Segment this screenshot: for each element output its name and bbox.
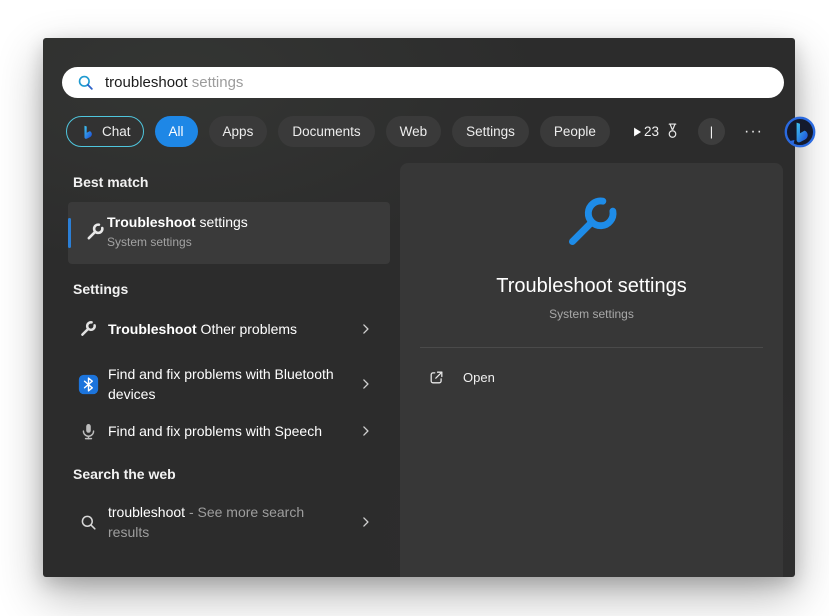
tab-settings-label: Settings <box>466 124 515 139</box>
tab-apps-label: Apps <box>223 124 254 139</box>
rewards-medal-icon <box>664 122 681 141</box>
section-heading-search-web: Search the web <box>73 466 176 482</box>
result-row-web-search[interactable]: troubleshoot - See more search results <box>68 490 390 554</box>
tab-all[interactable]: All <box>155 116 198 147</box>
windows-search-flyout: troubleshoot settings Chat <box>43 38 795 577</box>
open-external-icon <box>428 369 445 386</box>
preview-subtitle: System settings <box>400 307 783 321</box>
account-glyph: | <box>710 124 713 139</box>
result-text: Find and fix problems with Speech <box>108 423 322 439</box>
search-icon <box>76 73 95 92</box>
result-text: Other problems <box>197 321 297 337</box>
best-match-subtitle: System settings <box>107 234 248 251</box>
more-options-button[interactable]: ··· <box>742 123 765 141</box>
bing-logo-icon <box>79 124 95 140</box>
tab-settings[interactable]: Settings <box>452 116 529 147</box>
tab-web[interactable]: Web <box>386 116 442 147</box>
play-right-icon <box>630 125 644 139</box>
search-input[interactable]: troubleshoot settings <box>62 67 784 98</box>
wrench-icon <box>84 221 106 243</box>
result-row-troubleshoot-other-problems[interactable]: Troubleshoot Other problems <box>68 309 390 349</box>
bluetooth-icon <box>77 374 99 395</box>
tab-apps[interactable]: Apps <box>209 116 268 147</box>
result-text: troubleshoot <box>108 504 185 520</box>
result-text: Find and fix problems with Bluetooth dev… <box>108 366 334 402</box>
chevron-right-icon <box>359 516 372 529</box>
section-heading-best-match: Best match <box>73 174 148 190</box>
chevron-right-icon <box>359 425 372 438</box>
best-match-title-bold: Troubleshoot <box>107 214 196 230</box>
search-suggestion-text: settings <box>188 74 244 91</box>
preview-panel: Troubleshoot settings System settings Op… <box>400 163 783 577</box>
best-match-title-rest: settings <box>196 214 248 230</box>
account-button[interactable]: | <box>698 118 725 145</box>
bing-chat-button[interactable] <box>782 114 818 150</box>
tab-all-label: All <box>169 124 184 139</box>
wrench-icon <box>77 319 99 339</box>
search-query-text: troubleshoot <box>105 74 188 91</box>
page-background: troubleshoot settings Chat <box>0 0 829 616</box>
result-row-speech-problems[interactable]: Find and fix problems with Speech <box>68 412 390 450</box>
scroll-tabs-button[interactable] <box>630 118 644 146</box>
selection-accent <box>68 218 71 248</box>
section-heading-settings: Settings <box>73 281 128 297</box>
divider <box>420 347 763 348</box>
more-options-glyph: ··· <box>744 123 763 140</box>
tab-chat[interactable]: Chat <box>66 116 144 147</box>
tab-documents-label: Documents <box>292 124 360 139</box>
toolbar-right-group: 23 | ··· <box>644 114 818 150</box>
search-icon <box>77 513 99 532</box>
chevron-right-icon <box>359 323 372 336</box>
tab-people-label: People <box>554 124 596 139</box>
rewards-button[interactable]: 23 <box>644 122 681 141</box>
tab-chat-label: Chat <box>102 124 131 139</box>
open-action-label: Open <box>463 370 495 385</box>
rewards-count: 23 <box>644 124 659 139</box>
microphone-icon <box>77 422 99 441</box>
open-action[interactable]: Open <box>420 361 503 393</box>
filter-toolbar: Chat All Apps Documents Web Settings Peo… <box>66 115 781 148</box>
result-text-bold: Troubleshoot <box>108 321 197 337</box>
wrench-icon <box>558 190 624 256</box>
chevron-right-icon <box>359 378 372 391</box>
tab-documents[interactable]: Documents <box>278 116 374 147</box>
bing-logo-icon <box>782 114 818 150</box>
result-row-bluetooth-problems[interactable]: Find and fix problems with Bluetooth dev… <box>68 353 390 415</box>
tab-people[interactable]: People <box>540 116 610 147</box>
best-match-item[interactable]: Troubleshoot settings System settings <box>68 202 390 264</box>
preview-title: Troubleshoot settings <box>400 275 783 298</box>
tab-web-label: Web <box>400 124 428 139</box>
